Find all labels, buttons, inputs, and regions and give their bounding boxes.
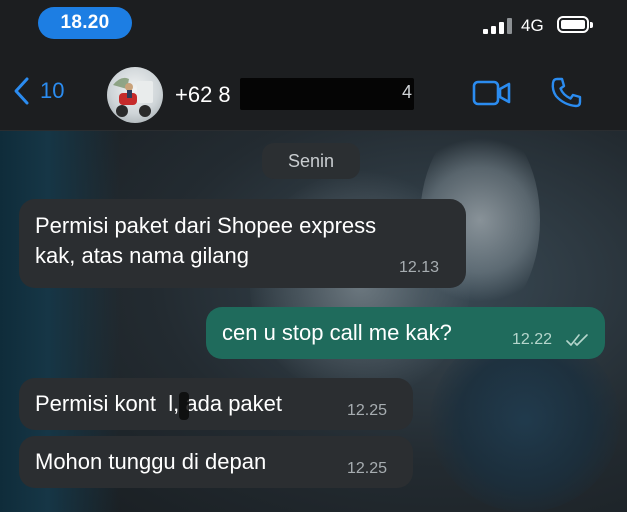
avatar-photo [113, 77, 153, 117]
chevron-left-icon [14, 77, 29, 105]
message-text: Permisi kont l, ada paket [35, 391, 283, 416]
phone-icon [551, 77, 582, 108]
voice-call-button[interactable] [548, 75, 584, 111]
network-type: 4G [521, 16, 544, 35]
date-separator: Senin [262, 143, 360, 179]
contact-name-visible: +62 8 [175, 82, 231, 107]
video-camera-icon [472, 80, 511, 106]
message-bubble-incoming[interactable]: Permisi paket dari Shopee express kak, a… [19, 199, 466, 288]
contact-name-tail: 4 [402, 82, 413, 102]
message-text: Mohon tunggu di depan [35, 449, 267, 474]
message-bubble-incoming[interactable]: Permisi kont l, ada paket 12.25 [19, 378, 413, 430]
signal-icon [483, 18, 513, 34]
battery-icon [557, 16, 593, 33]
unread-count: 10 [40, 78, 65, 103]
video-call-button[interactable] [472, 78, 512, 108]
message-time: 12.22 [512, 331, 553, 348]
message-text: Permisi paket dari Shopee express kak, a… [35, 213, 377, 268]
status-bar: 18.20 4G [0, 0, 627, 50]
message-time: 12.25 [347, 402, 388, 419]
chat-header: 10 +62 8 4 [0, 50, 627, 131]
message-bubble-incoming[interactable]: Mohon tunggu di depan 12.25 [19, 436, 413, 488]
message-time: 12.25 [347, 460, 388, 477]
message-text: cen u stop call me kak? [222, 320, 452, 345]
contact-name[interactable]: +62 8 [175, 82, 231, 108]
back-button[interactable]: 10 [12, 76, 64, 106]
censor-smudge [179, 392, 189, 420]
status-time[interactable]: 18.20 [38, 7, 132, 39]
message-time: 12.13 [399, 259, 440, 276]
redaction-bar [240, 78, 414, 110]
contact-avatar[interactable] [107, 67, 163, 123]
message-bubble-outgoing[interactable]: cen u stop call me kak? 12.22 [206, 307, 605, 359]
double-check-icon [566, 334, 588, 346]
